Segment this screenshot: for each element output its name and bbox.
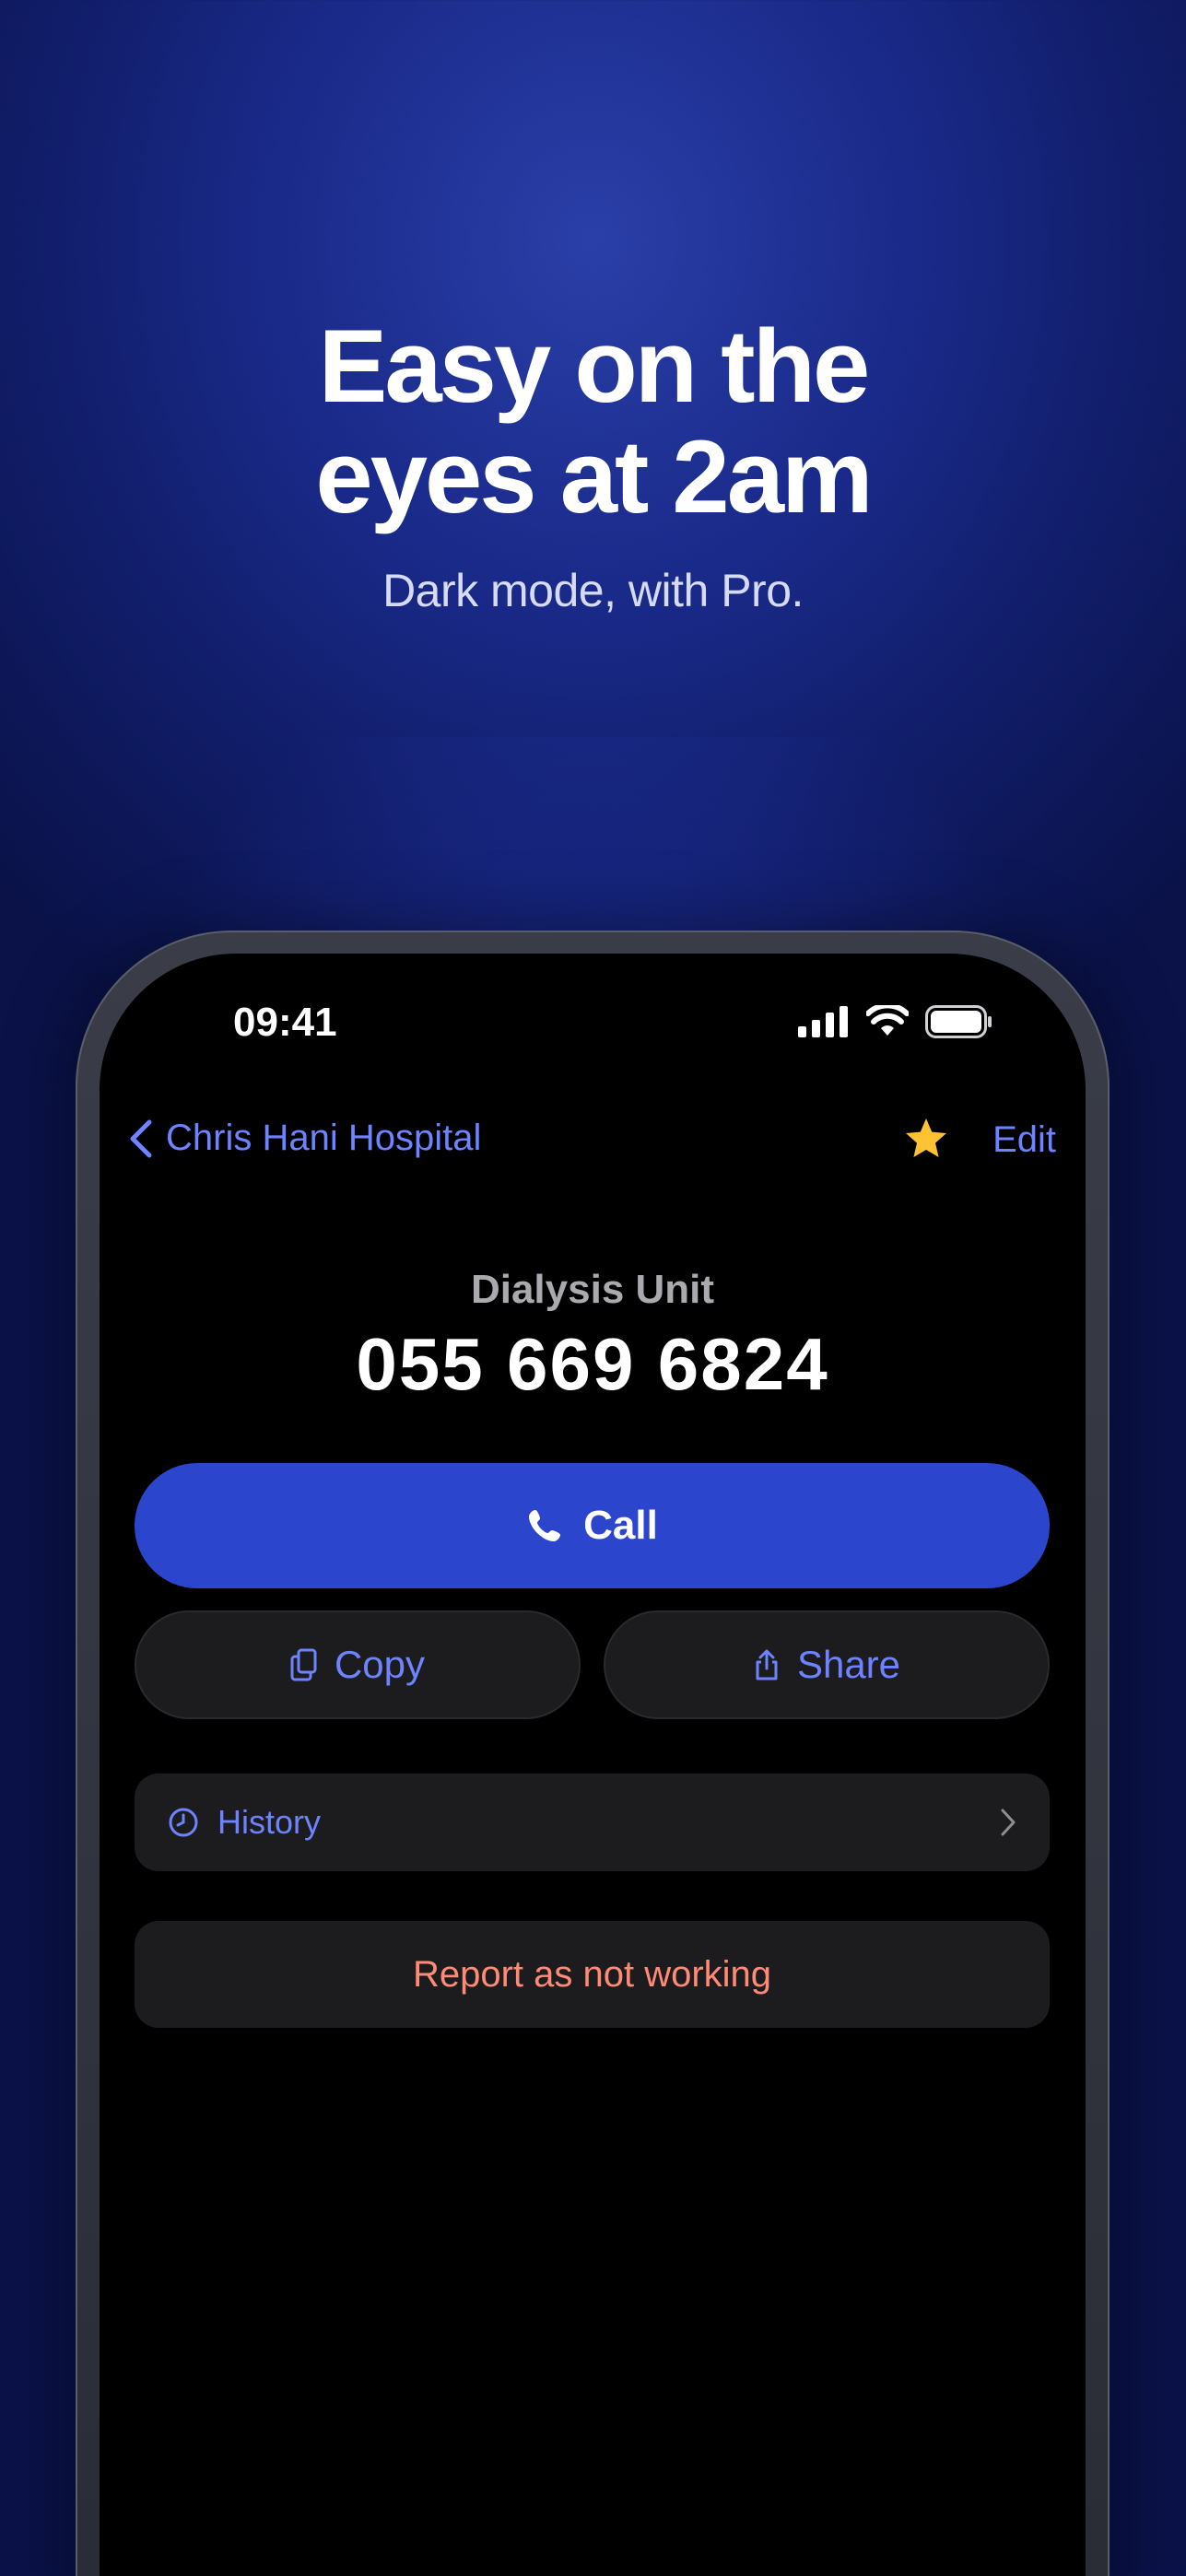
back-button[interactable]: Chris Hani Hospital <box>129 1118 481 1159</box>
marketing-title-line-2: eyes at 2am <box>315 419 873 534</box>
share-icon <box>756 1649 778 1680</box>
marketing-subtitle: Dark mode, with Pro. <box>382 565 804 616</box>
signal-icon <box>798 1006 848 1037</box>
favorite-button[interactable] <box>903 1116 949 1166</box>
history-label: History <box>217 1803 322 1841</box>
chevron-right-icon <box>1001 1809 1016 1836</box>
status-icons <box>798 1005 993 1038</box>
star-icon <box>906 1118 946 1157</box>
edit-button[interactable]: Edit <box>992 1119 1056 1161</box>
back-button-label: Chris Hani Hospital <box>166 1118 482 1158</box>
status-time: 09:41 <box>233 1000 337 1045</box>
marketing-title-line-1: Easy on the <box>318 309 871 424</box>
copy-icon <box>290 1648 317 1681</box>
call-button-label: Call <box>583 1503 658 1548</box>
phone-number: 055 669 6824 <box>356 1323 829 1405</box>
phone-screen: 09:41 Chris Hani Hospital Edit Dialysis … <box>100 954 1086 2576</box>
phone-icon <box>529 1510 561 1541</box>
share-button-label: Share <box>796 1643 901 1686</box>
share-button[interactable]: Share <box>604 1610 1050 1719</box>
chevron-left-icon <box>130 1119 152 1157</box>
wifi-icon <box>866 1005 909 1036</box>
copy-button-label: Copy <box>334 1643 426 1686</box>
call-button[interactable]: Call <box>135 1463 1050 1588</box>
report-not-working-button[interactable]: Report as not working <box>135 1921 1050 2028</box>
battery-icon <box>925 1005 992 1038</box>
clock-icon <box>169 1808 198 1837</box>
history-row[interactable]: History <box>135 1774 1050 1871</box>
unit-label: Dialysis Unit <box>470 1267 715 1312</box>
copy-button[interactable]: Copy <box>135 1610 581 1719</box>
